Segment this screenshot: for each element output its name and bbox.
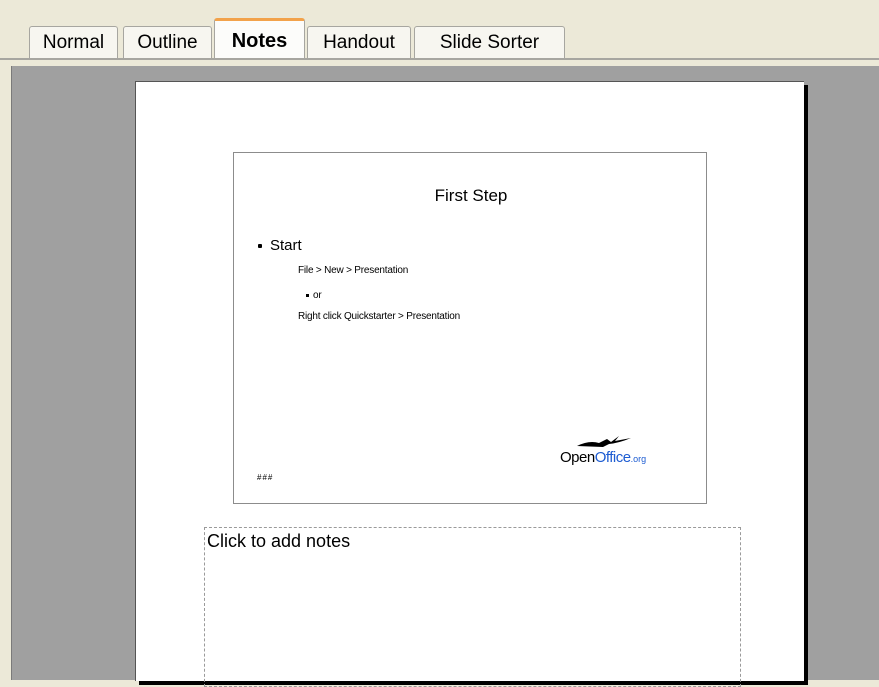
- openoffice-logo: OpenOffice.org: [560, 433, 680, 477]
- tab-normal[interactable]: Normal: [29, 26, 118, 58]
- slide-number-field: ###: [257, 473, 274, 482]
- slide-sub-item-2-text: or: [313, 290, 322, 301]
- sub-bullet-icon: [306, 293, 309, 297]
- tab-handout[interactable]: Handout: [307, 26, 411, 58]
- tab-notes[interactable]: Notes: [214, 18, 305, 60]
- tab-bar-divider: [0, 58, 879, 60]
- notes-area[interactable]: Click to add notes: [204, 527, 741, 687]
- gull-icon: [577, 436, 631, 447]
- tab-slide-sorter[interactable]: Slide Sorter: [414, 26, 565, 58]
- bullet-icon: [258, 244, 262, 249]
- logo-office-text: Office: [594, 449, 631, 466]
- notes-placeholder: Click to add notes: [207, 531, 351, 551]
- slide-sub-item-2: or: [306, 290, 322, 301]
- slide-bullet: Start: [258, 237, 302, 254]
- view-tab-bar: Normal Outline Notes Handout Slide Sorte…: [0, 0, 879, 62]
- slide-sub-item-3: Right click Quickstarter > Presentation: [298, 311, 460, 322]
- logo-open-text: Open: [560, 449, 595, 466]
- slide-sub-item-1: File > New > Presentation: [298, 265, 409, 276]
- tab-outline[interactable]: Outline: [123, 26, 212, 58]
- slide-title: First Step: [434, 186, 508, 205]
- logo-org-text: .org: [630, 454, 647, 464]
- slide-bullet-text: Start: [270, 237, 302, 254]
- slide-thumbnail[interactable]: First Step Start File > New > Presentati…: [233, 152, 707, 504]
